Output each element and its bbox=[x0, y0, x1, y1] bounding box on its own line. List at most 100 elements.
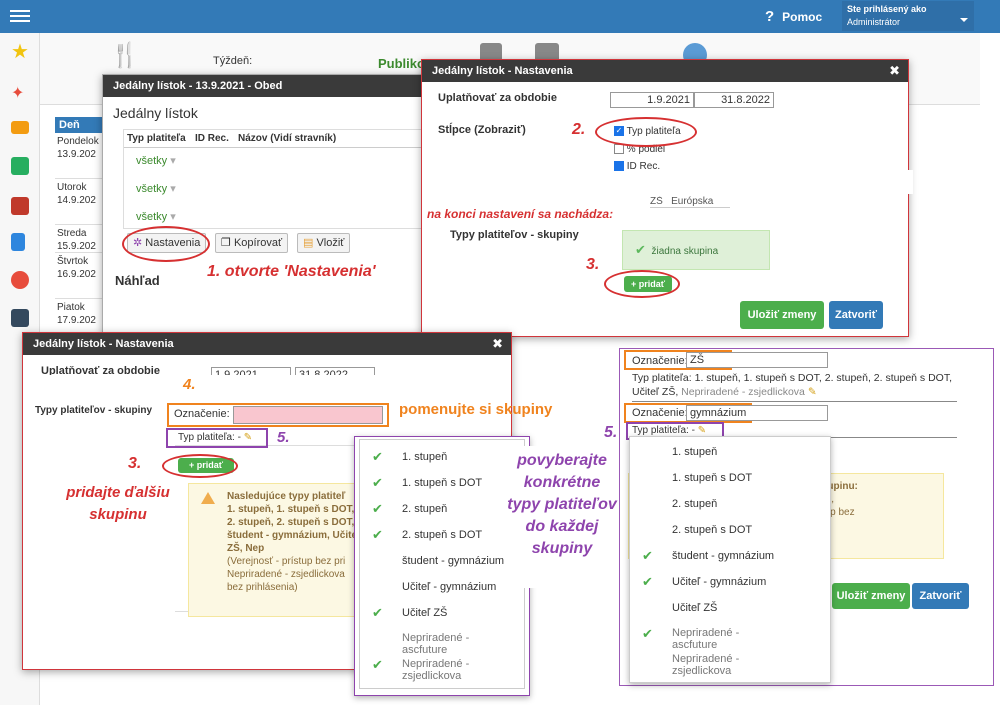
close-button[interactable]: Zatvoriť bbox=[829, 301, 883, 329]
date-to-field[interactable]: 31.8.2022 bbox=[694, 92, 774, 108]
hamburger-menu-icon[interactable] bbox=[10, 7, 30, 25]
question-icon: ? bbox=[765, 8, 775, 25]
annotation-pick: povyberajte konkrétne typy platiteľov do… bbox=[507, 452, 617, 557]
grid-icon[interactable] bbox=[11, 197, 29, 215]
days-table: Deň Pondelok 13.9.202 Utorok 14.9.202 Stre… bbox=[55, 117, 105, 345]
warning-text: 1. stupeň, 1. stupeň s DOT, 2. stupeň, 2… bbox=[227, 504, 361, 554]
check-icon: ✔ bbox=[372, 501, 383, 516]
payer-type-select[interactable]: všetky ▾ bbox=[136, 182, 176, 195]
date-from-field[interactable]: 1.9.2021 bbox=[610, 92, 694, 108]
annotation-ellipse bbox=[595, 117, 697, 147]
payer-type-option[interactable]: 2. stupeň s DOT bbox=[630, 517, 830, 543]
day-row[interactable]: Štvrtok 16.9.202 bbox=[55, 253, 105, 299]
payer-type-option[interactable]: študent - gymnázium bbox=[360, 548, 524, 574]
help-link[interactable]: ? Pomoc bbox=[765, 8, 822, 25]
warning-box: Nasledujúce typy platiteľ 1. stupeň, 1. … bbox=[188, 483, 368, 617]
pencil-icon[interactable]: ✎ bbox=[808, 386, 817, 398]
payer-type-select[interactable]: všetky ▾ bbox=[136, 210, 176, 223]
day-date: 16.9.202 bbox=[57, 269, 96, 280]
payer-value: všetky bbox=[136, 155, 168, 167]
annotation-step2: 2. bbox=[572, 121, 586, 138]
check-icon: ✔ bbox=[372, 605, 383, 620]
date-to-field[interactable]: 31.8.2022 bbox=[295, 367, 375, 375]
payer-type-option-label: Nepriradené - zsjedlickova bbox=[672, 653, 740, 677]
home-icon[interactable] bbox=[11, 157, 29, 175]
top-bar: ? Pomoc Ste prihlásený ako Administrátor bbox=[0, 0, 1000, 33]
menu-table: Typ platiteľa ID Rec. Názov (Vidí stravn… bbox=[123, 129, 424, 229]
day-row[interactable]: Streda 15.9.202 bbox=[55, 225, 105, 253]
payer-type-option[interactable]: ✔ Učiteľ ZŠ bbox=[360, 600, 524, 626]
payer-type-option-label: 1. stupeň s DOT bbox=[672, 472, 753, 484]
close-icon[interactable]: ✖ bbox=[492, 333, 503, 355]
menu-dialog-title: Jedálny lístok - 13.9.2021 - Obed bbox=[103, 75, 431, 97]
save-button[interactable]: Uložiť zmeny bbox=[832, 583, 910, 609]
payer-type-field[interactable]: Typ platiteľa: - ✎ bbox=[178, 432, 252, 443]
menu-heading: Jedálny lístok bbox=[113, 105, 198, 121]
payer-type-option[interactable]: 2. stupeň bbox=[630, 491, 830, 517]
payer-value: všetky bbox=[136, 211, 168, 223]
payer-type-option[interactable]: ✔ 2. stupeň bbox=[360, 496, 524, 522]
menu-table-header: Typ platiteľa ID Rec. Názov (Vidí stravn… bbox=[124, 130, 424, 148]
group-name-input[interactable]: gymnázium bbox=[686, 405, 828, 421]
user-menu[interactable]: Ste prihlásený ako Administrátor bbox=[842, 1, 974, 31]
payer-type-option[interactable]: 1. stupeň bbox=[630, 439, 830, 465]
save-button[interactable]: Uložiť zmeny bbox=[740, 301, 824, 329]
payer-type-option[interactable]: ✔ Nepriradené - ascfuture bbox=[630, 621, 830, 651]
payer-type-option-label: Učiteľ - gymnázium bbox=[672, 576, 767, 588]
payer-type-option[interactable]: ✔ 1. stupeň s DOT bbox=[360, 470, 524, 496]
group-name-input[interactable]: ZŠ bbox=[686, 352, 828, 368]
star-icon[interactable]: ★ bbox=[11, 42, 29, 62]
warning-icon bbox=[201, 492, 215, 504]
user-icon[interactable] bbox=[11, 271, 29, 289]
check-icon: ✔ bbox=[635, 242, 646, 257]
payer-value: všetky bbox=[136, 183, 168, 195]
annotation-step1: 1. otvorte 'Nastavenia' bbox=[207, 263, 376, 280]
book-icon[interactable] bbox=[11, 233, 25, 251]
payer-type-option-label: 2. stupeň bbox=[672, 498, 718, 510]
columns-label: Stĺpce (Zobraziť) bbox=[438, 124, 526, 136]
payer-type-option[interactable]: 1. stupeň s DOT bbox=[630, 465, 830, 491]
payer-type-option[interactable]: ✔ študent - gymnázium bbox=[630, 543, 830, 569]
date-from-field[interactable]: 1.9.2021 bbox=[211, 367, 291, 375]
annotation-step5b: 5. bbox=[604, 424, 618, 441]
groups-label: Typy platiteľov - skupiny bbox=[450, 229, 579, 241]
name-input[interactable] bbox=[233, 406, 383, 424]
payer-type-field[interactable]: Typ platiteľa: - ✎ bbox=[632, 425, 706, 436]
payer-type-option[interactable]: ✔ 1. stupeň bbox=[360, 444, 524, 470]
payer-type-option[interactable]: ✔ Nepriradené - zsjedlickova bbox=[360, 652, 524, 682]
no-group-box: ✔ žiadna skupina bbox=[622, 230, 770, 270]
paste-button[interactable]: ▤ Vložiť bbox=[297, 233, 351, 253]
day-date: 17.9.202 bbox=[57, 315, 96, 326]
payer-type-option[interactable]: Nepriradené - zsjedlickova bbox=[630, 647, 830, 677]
warning-text-2: (Verejnosť - prístup bez pri Nepriradené… bbox=[227, 556, 346, 593]
caret-down-icon bbox=[960, 18, 968, 26]
warning-title: Nasledujúce typy platiteľ bbox=[227, 491, 346, 502]
copy-icon: ❐ bbox=[221, 237, 231, 249]
publish-label[interactable]: Publiko bbox=[378, 56, 425, 71]
pencil-icon[interactable]: ✎ bbox=[244, 432, 252, 443]
close-icon[interactable]: ✖ bbox=[889, 60, 900, 82]
payer-type-option[interactable]: ✔ Učiteľ - gymnázium bbox=[630, 569, 830, 595]
payer-type-option[interactable]: Učiteľ ZŠ bbox=[630, 595, 830, 621]
calendar-icon[interactable] bbox=[11, 309, 29, 327]
pencil-icon[interactable]: ✎ bbox=[698, 425, 706, 436]
week-label: Týždeň: bbox=[213, 55, 253, 67]
wand-icon[interactable]: ✦ bbox=[11, 83, 29, 102]
day-row[interactable]: Utorok 14.9.202 bbox=[55, 179, 105, 225]
payer-type-option-label: 2. stupeň bbox=[402, 503, 448, 515]
col-id-rec: ID Rec. bbox=[195, 133, 229, 144]
day-row[interactable]: Pondelok 13.9.202 bbox=[55, 133, 105, 179]
group-name-label: Označenie: bbox=[632, 407, 688, 419]
divider bbox=[632, 401, 957, 402]
check-icon: ✔ bbox=[642, 574, 653, 589]
copy-label: Kopírovať bbox=[233, 237, 283, 249]
copy-button[interactable]: ❐ Kopírovať bbox=[215, 233, 289, 253]
payer-type-select[interactable]: všetky ▾ bbox=[136, 154, 176, 167]
mail-icon[interactable] bbox=[11, 121, 29, 134]
check-icon: ✔ bbox=[372, 527, 383, 542]
payer-type-option[interactable]: ✔ 2. stupeň s DOT bbox=[360, 522, 524, 548]
payer-type-option[interactable]: Nepriradené - ascfuture bbox=[360, 626, 524, 656]
checkbox-icon bbox=[614, 144, 624, 155]
close-button[interactable]: Zatvoriť bbox=[912, 583, 969, 609]
payer-type-option[interactable]: Učiteľ - gymnázium bbox=[360, 574, 524, 600]
